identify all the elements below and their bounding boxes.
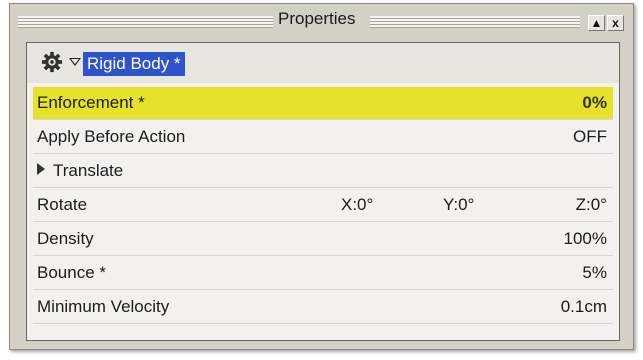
row-translate[interactable]: Translate [33, 155, 613, 188]
gear-icon[interactable] [41, 51, 63, 73]
property-label: Minimum Velocity [37, 297, 170, 316]
section-header: Rigid Body * [27, 43, 619, 83]
section-name[interactable]: Rigid Body * [83, 52, 185, 76]
row-minimum-velocity[interactable]: Minimum Velocity 0.1cm [33, 291, 613, 324]
row-enforcement[interactable]: Enforcement * 0% [33, 87, 613, 120]
minimize-button[interactable]: ▲ [588, 15, 605, 31]
row-density[interactable]: Density 100% [33, 223, 613, 256]
expand-down-icon[interactable] [69, 58, 81, 66]
rotate-y-value[interactable]: Y:0° [443, 195, 474, 215]
expand-right-icon[interactable] [37, 163, 45, 175]
window-title: Properties [278, 9, 356, 28]
property-value[interactable]: 100% [564, 229, 607, 249]
property-label: Bounce * [37, 263, 106, 282]
property-value[interactable]: 5% [582, 263, 607, 283]
property-label: Enforcement * [37, 93, 145, 112]
property-value[interactable]: 0% [582, 93, 607, 113]
property-value[interactable]: OFF [573, 127, 607, 147]
properties-panel: Properties ▲ x Rigid Body * Enforcement … [9, 3, 634, 350]
row-rotate[interactable]: Rotate X:0° Y:0° Z:0° [33, 189, 613, 222]
rotate-z-value[interactable]: Z:0° [576, 195, 607, 215]
title-grip-right [370, 16, 580, 28]
property-label: Apply Before Action [37, 127, 186, 146]
properties-content: Rigid Body * Enforcement * 0% Apply Befo… [26, 42, 620, 341]
property-label: Rotate [37, 195, 88, 214]
property-label-group: Translate [37, 161, 123, 181]
property-value[interactable]: 0.1cm [561, 297, 607, 317]
title-bar[interactable]: Properties ▲ x [10, 4, 633, 40]
property-label: Translate [53, 161, 124, 180]
title-grip-left [18, 16, 273, 28]
property-label: Density [37, 229, 94, 248]
row-apply-before-action[interactable]: Apply Before Action OFF [33, 121, 613, 154]
row-bounce[interactable]: Bounce * 5% [33, 257, 613, 290]
rotate-x-value[interactable]: X:0° [341, 195, 373, 215]
close-button[interactable]: x [607, 15, 624, 31]
